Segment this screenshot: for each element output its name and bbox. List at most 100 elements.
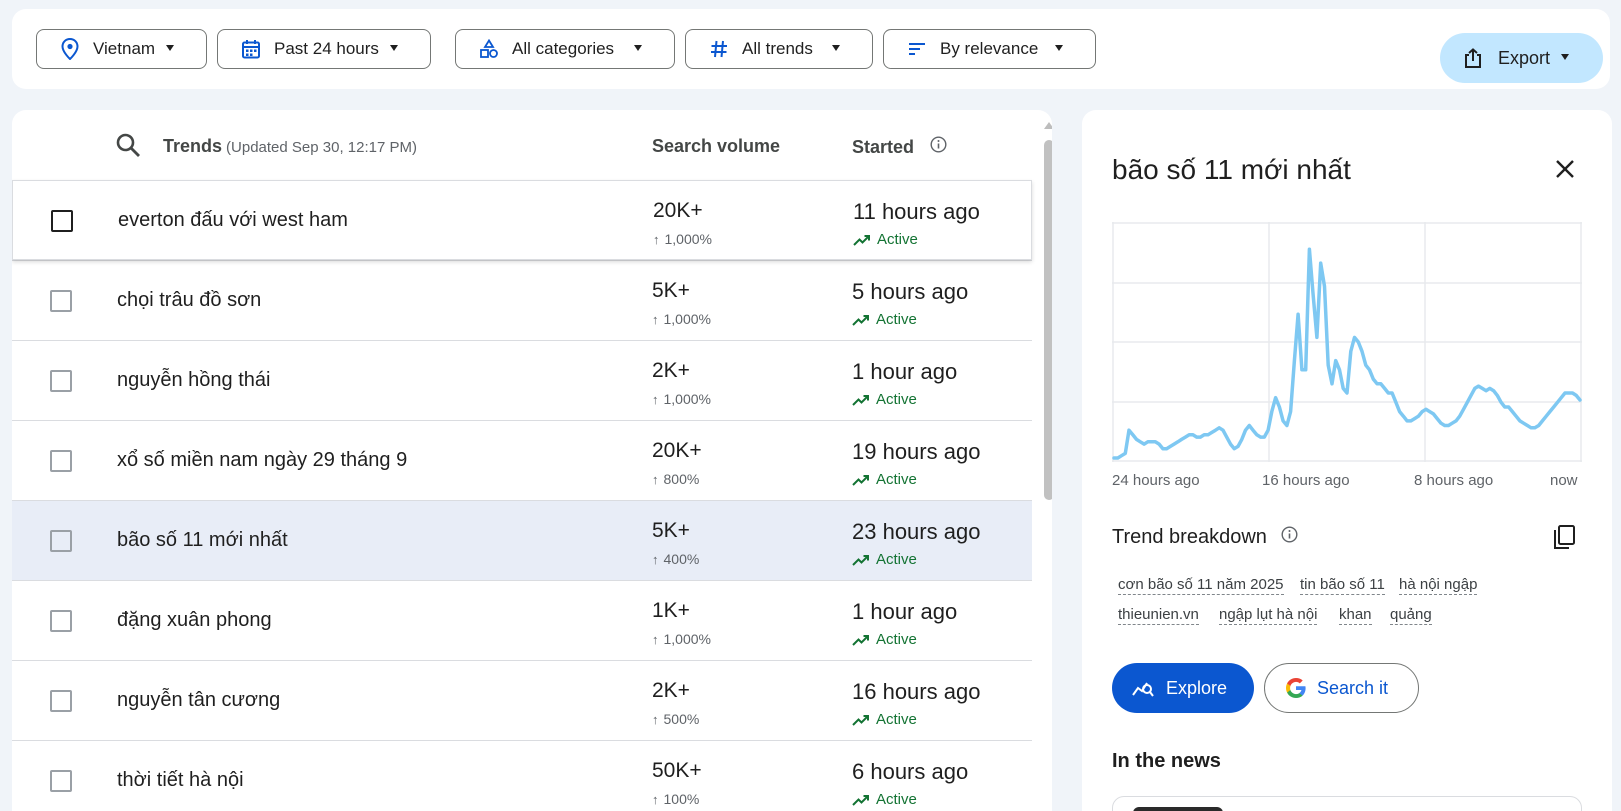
info-icon[interactable] (1281, 526, 1298, 549)
volume-increase: ↑ 1,000% (652, 391, 711, 407)
trend-term[interactable]: everton đấu với west ham (118, 209, 348, 232)
volume-increase-value: 1,000% (663, 311, 711, 327)
search-icon[interactable] (115, 132, 141, 158)
status-badge: Active (852, 791, 917, 808)
breakdown-chip[interactable]: thieunien.vn (1118, 606, 1199, 625)
trend-breakdown-label: Trend breakdown (1112, 526, 1267, 548)
trends-title: Trends (163, 136, 223, 156)
table-row[interactable]: đặng xuân phong 1K+ ↑ 1,000% 1 hour ago Activ… (12, 580, 1032, 660)
volume-increase-value: 1,000% (663, 391, 711, 407)
trending-up-icon (852, 394, 869, 406)
trend-detail-panel: bão số 11 mới nhất 24 hours ago 16 hours… (1082, 110, 1612, 811)
started-time: 23 hours ago (852, 519, 981, 544)
trends-filter-button[interactable]: All trends (685, 29, 873, 69)
trend-term[interactable]: xổ số miền nam ngày 29 tháng 9 (117, 449, 407, 472)
chevron-down-icon (166, 45, 174, 51)
trending-up-icon (852, 474, 869, 486)
volume-increase-value: 500% (663, 711, 700, 727)
copy-icon[interactable] (1552, 524, 1578, 552)
arrow-up-icon: ↑ (652, 711, 659, 727)
started-time: 19 hours ago (852, 439, 981, 464)
volume-increase-value: 1,000% (664, 231, 712, 247)
table-row[interactable]: chọi trâu đồ sơn 5K+ ↑ 1,000% 5 hours ago Act… (12, 260, 1032, 340)
arrow-up-icon: ↑ (652, 551, 659, 567)
trends-table: Trends (Updated Sep 30, 12:17 PM) Search … (12, 110, 1052, 811)
breakdown-chip[interactable]: quảng (1390, 606, 1432, 625)
info-icon[interactable] (930, 136, 947, 158)
volume-increase: ↑ 1,000% (652, 311, 711, 327)
trend-term[interactable]: chọi trâu đồ sơn (117, 289, 261, 312)
started-header[interactable]: Started (852, 136, 947, 158)
row-checkbox[interactable] (50, 610, 72, 632)
panel-title: bão số 11 mới nhất (1112, 154, 1351, 185)
trend-term[interactable]: nguyễn tân cương (117, 689, 280, 712)
export-button[interactable]: Export (1440, 33, 1603, 83)
row-checkbox[interactable] (50, 290, 72, 312)
row-checkbox[interactable] (50, 690, 72, 712)
table-row[interactable]: nguyễn tân cương 2K+ ↑ 500% 16 hours ago Acti… (12, 660, 1032, 740)
scrollbar-thumb[interactable] (1044, 140, 1052, 500)
row-checkbox[interactable] (50, 370, 72, 392)
row-checkbox[interactable] (50, 530, 72, 552)
time-filter-button[interactable]: Past 24 hours (217, 29, 431, 69)
search-volume: 5K+ (652, 519, 690, 542)
explore-button[interactable]: Explore (1112, 663, 1254, 713)
table-row[interactable]: nguyễn hồng thái 2K+ ↑ 1,000% 1 hour ago Acti… (12, 340, 1032, 420)
search-volume: 2K+ (652, 359, 690, 382)
scrollbar[interactable] (1042, 118, 1052, 811)
search-volume: 20K+ (652, 439, 702, 462)
volume-increase-value: 800% (663, 471, 700, 487)
shapes-icon (478, 38, 500, 60)
sort-filter-button[interactable]: By relevance (883, 29, 1096, 69)
volume-increase-value: 100% (663, 791, 700, 807)
breakdown-chip[interactable]: khan (1339, 606, 1372, 625)
breakdown-chip[interactable]: ngập lụt hà nội (1219, 606, 1318, 625)
status-label: Active (876, 311, 917, 328)
chevron-down-icon (1055, 45, 1063, 51)
table-row[interactable]: thời tiết hà nội 50K+ ↑ 100% 6 hours ago Acti… (12, 740, 1032, 811)
trending-up-icon (852, 794, 869, 806)
status-badge: Active (852, 391, 917, 408)
scroll-up-arrow-icon[interactable] (1044, 122, 1052, 129)
breakdown-chip[interactable]: cơn bão số 11 năm 2025 (1118, 576, 1284, 595)
table-row[interactable]: xổ số miền nam ngày 29 tháng 9 20K+ ↑ 800% 1… (12, 420, 1032, 500)
volume-increase: ↑ 1,000% (653, 231, 712, 247)
google-g-icon (1285, 677, 1307, 699)
trending-up-icon (852, 714, 869, 726)
trend-term[interactable]: thời tiết hà nội (117, 769, 244, 792)
explore-trend-icon (1132, 678, 1154, 698)
row-checkbox[interactable] (50, 770, 72, 792)
started-time: 1 hour ago (852, 599, 958, 624)
search-volume: 20K+ (653, 199, 703, 222)
row-checkbox[interactable] (51, 210, 73, 232)
breakdown-chip[interactable]: hà nội ngập (1399, 576, 1478, 595)
trend-term[interactable]: đặng xuân phong (117, 609, 272, 632)
trend-breakdown-heading: Trend breakdown (1112, 526, 1298, 549)
category-filter-button[interactable]: All categories (455, 29, 675, 69)
trend-term[interactable]: nguyễn hồng thái (117, 369, 270, 392)
news-card[interactable] (1112, 796, 1582, 811)
status-badge: Active (853, 231, 918, 248)
search-volume: 5K+ (652, 279, 690, 302)
category-filter-label: All categories (512, 39, 615, 58)
location-filter-button[interactable]: Vietnam (36, 29, 207, 69)
trend-term[interactable]: bão số 11 mới nhất (117, 529, 288, 552)
arrow-up-icon: ↑ (652, 631, 659, 647)
started-time: 6 hours ago (852, 759, 969, 784)
x-axis-label-start: 24 hours ago (1112, 472, 1200, 489)
search-it-button[interactable]: Search it (1264, 663, 1419, 713)
hashtag-icon (708, 38, 730, 60)
table-row[interactable]: everton đấu với west ham 20K+ ↑ 1,000% 11 ho… (12, 180, 1032, 260)
status-badge: Active (852, 631, 917, 648)
sort-icon (906, 38, 928, 60)
chevron-down-icon (390, 45, 398, 51)
export-label: Export (1498, 47, 1551, 68)
explore-label: Explore (1166, 677, 1228, 698)
search-volume-header[interactable]: Search volume (652, 136, 780, 157)
search-it-label: Search it (1317, 677, 1389, 698)
row-checkbox[interactable] (50, 450, 72, 472)
close-icon[interactable] (1552, 156, 1578, 182)
started-time: 5 hours ago (852, 279, 969, 304)
table-row[interactable]: bão số 11 mới nhất 5K+ ↑ 400% 23 hours ago Ac… (12, 500, 1032, 580)
breakdown-chip[interactable]: tin bão số 11 (1300, 576, 1385, 595)
